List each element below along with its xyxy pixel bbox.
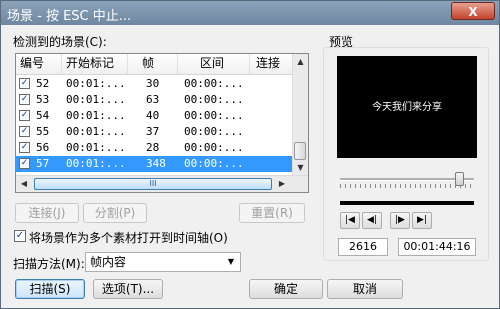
cell-range: 00:00:... bbox=[184, 77, 244, 90]
table-row[interactable]: ✓ 54 00:01:... 40 00:00:... bbox=[16, 108, 292, 124]
cell-frames: 30 bbox=[146, 77, 160, 90]
cell-start: 00:01:... bbox=[66, 93, 126, 106]
cell-range: 00:00:... bbox=[184, 125, 244, 138]
skip-to-end-icon[interactable]: ▶| bbox=[412, 212, 432, 229]
row-checkbox[interactable]: ✓ bbox=[19, 94, 30, 105]
window-title: 场景 - 按 ESC 中止... bbox=[7, 9, 132, 24]
cell-frames: 37 bbox=[146, 125, 160, 138]
cancel-button[interactable]: 取消 bbox=[327, 279, 403, 299]
cell-frames: 348 bbox=[146, 157, 166, 170]
cell-number: 53 bbox=[36, 93, 50, 106]
vertical-scrollbar[interactable]: ▲ ▼ bbox=[292, 54, 308, 176]
skip-to-start-icon[interactable]: |◀ bbox=[340, 212, 360, 229]
cell-number: 57 bbox=[36, 157, 50, 170]
table-row[interactable]: ✓ 56 00:01:... 28 00:00:... bbox=[16, 140, 292, 156]
close-icon: X bbox=[468, 5, 478, 19]
detected-scenes-label: 检测到的场景(C): bbox=[13, 35, 107, 49]
table-row[interactable]: ✓ 53 00:01:... 63 00:00:... bbox=[16, 92, 292, 108]
join-button[interactable]: 连接(J) bbox=[15, 203, 79, 223]
scene-list[interactable]: 编号 开始标记 帧 区间 连接 ✓ 52 00:01:... 30 00:00:… bbox=[15, 53, 309, 193]
frame-number-field: 2616 bbox=[338, 238, 388, 256]
vertical-scroll-thumb[interactable] bbox=[294, 142, 306, 160]
split-button[interactable]: 分割(P) bbox=[83, 203, 147, 223]
scene-dialog: 场景 - 按 ESC 中止... X 检测到的场景(C): 编号 开始标记 帧 … bbox=[0, 0, 500, 309]
cell-start: 00:01:... bbox=[66, 141, 126, 154]
row-checkbox[interactable]: ✓ bbox=[19, 78, 30, 89]
options-button[interactable]: 选项(T)... bbox=[93, 279, 163, 299]
cell-start: 00:01:... bbox=[66, 77, 126, 90]
row-checkbox[interactable]: ✓ bbox=[19, 158, 30, 169]
cell-range: 00:00:... bbox=[184, 93, 244, 106]
cell-number: 52 bbox=[36, 77, 50, 90]
scan-progress-bar bbox=[340, 201, 474, 205]
horizontal-scrollbar[interactable]: ◀ III ▶ bbox=[16, 175, 308, 192]
horizontal-scroll-thumb[interactable]: III bbox=[34, 178, 272, 190]
column-header-range[interactable]: 区间 bbox=[178, 54, 250, 74]
scroll-down-icon[interactable]: ▼ bbox=[293, 160, 308, 175]
timecode-field: 00:01:44:16 bbox=[398, 238, 476, 256]
cell-range: 00:00:... bbox=[184, 157, 244, 170]
scan-button[interactable]: 扫描(S) bbox=[15, 279, 85, 299]
scan-method-value: 帧内容 bbox=[90, 255, 127, 269]
scroll-up-icon[interactable]: ▲ bbox=[293, 54, 308, 69]
column-header-join[interactable]: 连接 bbox=[250, 54, 292, 74]
list-header: 编号 开始标记 帧 区间 连接 bbox=[16, 54, 292, 75]
scan-method-select[interactable]: 帧内容 ▼ bbox=[85, 252, 241, 272]
scan-method-label: 扫描方法(M): bbox=[13, 257, 85, 271]
scroll-left-icon[interactable]: ◀ bbox=[16, 176, 32, 192]
table-row-selected[interactable]: ✓ 57 00:01:... 348 00:00:... bbox=[16, 156, 292, 172]
step-back-icon[interactable]: ◀| bbox=[362, 212, 382, 229]
cell-start: 00:01:... bbox=[66, 109, 126, 122]
multi-clip-checkbox[interactable]: ✓ bbox=[14, 230, 26, 242]
scroll-right-icon[interactable]: ▶ bbox=[274, 176, 290, 192]
preview-overlay-text: 今天我们来分享 bbox=[372, 102, 442, 113]
cell-frames: 28 bbox=[146, 141, 160, 154]
cell-frames: 40 bbox=[146, 109, 160, 122]
table-row[interactable]: ✓ 55 00:01:... 37 00:00:... bbox=[16, 124, 292, 140]
row-checkbox[interactable]: ✓ bbox=[19, 142, 30, 153]
cell-number: 54 bbox=[36, 109, 50, 122]
step-forward-icon[interactable]: |▶ bbox=[390, 212, 410, 229]
cell-frames: 63 bbox=[146, 93, 160, 106]
table-row[interactable]: ✓ 52 00:01:... 30 00:00:... bbox=[16, 76, 292, 92]
cell-number: 55 bbox=[36, 125, 50, 138]
chevron-down-icon: ▼ bbox=[227, 257, 235, 266]
reset-button[interactable]: 重置(R) bbox=[239, 203, 305, 223]
multi-clip-label: 将场景作为多个素材打开到时间轴(O) bbox=[29, 231, 228, 245]
ok-button[interactable]: 确定 bbox=[249, 279, 323, 299]
row-checkbox[interactable]: ✓ bbox=[19, 126, 30, 137]
cell-number: 56 bbox=[36, 141, 50, 154]
cell-start: 00:01:... bbox=[66, 125, 126, 138]
preview-slider-thumb[interactable] bbox=[455, 172, 464, 186]
close-button[interactable]: X bbox=[451, 2, 495, 20]
cell-start: 00:01:... bbox=[66, 157, 126, 170]
row-checkbox[interactable]: ✓ bbox=[19, 110, 30, 121]
column-header-number[interactable]: 编号 bbox=[16, 54, 62, 74]
column-header-start-mark[interactable]: 开始标记 bbox=[62, 54, 128, 74]
preview-slider-track[interactable] bbox=[340, 178, 474, 181]
preview-screen: 今天我们来分享 bbox=[337, 56, 477, 158]
cell-range: 00:00:... bbox=[184, 141, 244, 154]
column-header-frames[interactable]: 帧 bbox=[128, 54, 178, 74]
preview-slider-ticks bbox=[340, 184, 474, 188]
grip-icon: III bbox=[149, 179, 157, 188]
title-bar: 场景 - 按 ESC 中止... X bbox=[1, 1, 499, 25]
cell-range: 00:00:... bbox=[184, 109, 244, 122]
